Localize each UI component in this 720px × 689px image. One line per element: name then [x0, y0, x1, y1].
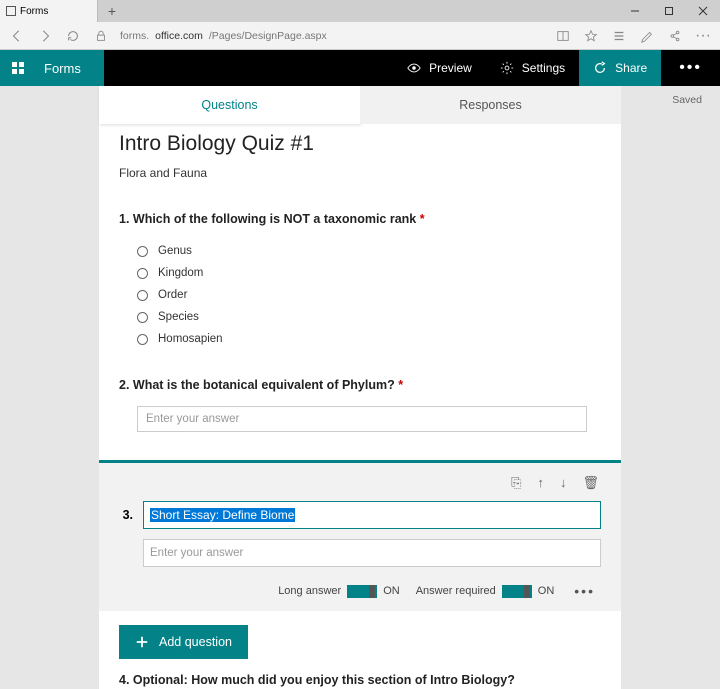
preview-button[interactable]: Preview: [393, 50, 486, 86]
hub-icon[interactable]: [606, 24, 632, 48]
question-2-text: 2. What is the botanical equivalent of P…: [119, 378, 601, 392]
share-label: Share: [615, 61, 647, 75]
forward-button[interactable]: [32, 24, 58, 48]
url-prefix: forms.: [120, 30, 149, 42]
back-button[interactable]: [4, 24, 30, 48]
question-3-number: 3.: [119, 508, 133, 522]
question-2: 2. What is the botanical equivalent of P…: [119, 378, 601, 432]
share-browser-icon[interactable]: [662, 24, 688, 48]
form-tabs: Questions Responses: [99, 86, 621, 124]
tab-responses[interactable]: Responses: [360, 86, 621, 124]
browser-tab[interactable]: Forms: [0, 0, 98, 22]
required-label: Answer required: [416, 585, 496, 597]
long-answer-toggle[interactable]: [347, 585, 377, 598]
tab-title: Forms: [20, 6, 48, 17]
share-icon: [593, 61, 607, 75]
settings-label: Settings: [522, 61, 565, 75]
tab-favicon: [6, 6, 16, 16]
question-settings-row: Long answer ON Answer required ON •••: [119, 567, 601, 599]
selected-text: Short Essay: Define Biome: [150, 508, 295, 522]
required-mark: *: [398, 378, 403, 392]
question-title-input[interactable]: Short Essay: Define Biome: [143, 501, 601, 529]
move-up-button[interactable]: ↑: [537, 475, 544, 491]
lock-icon: [88, 24, 114, 48]
url-path: /Pages/DesignPage.aspx: [209, 30, 327, 42]
header-more-button[interactable]: •••: [661, 50, 720, 86]
favorite-icon[interactable]: [578, 24, 604, 48]
question-1-text: 1. Which of the following is NOT a taxon…: [119, 212, 601, 226]
saved-indicator: Saved: [672, 94, 702, 106]
form-description[interactable]: Flora and Fauna: [119, 166, 601, 180]
question-4: 4. Optional: How much did you enjoy this…: [119, 673, 601, 689]
refresh-button[interactable]: [60, 24, 86, 48]
browser-more-icon[interactable]: ···: [690, 24, 716, 48]
move-down-button[interactable]: ↓: [560, 475, 567, 491]
form-title[interactable]: Intro Biology Quiz #1: [119, 132, 601, 156]
address-bar: forms. office.com/Pages/DesignPage.aspx ·…: [0, 22, 720, 50]
long-answer-label: Long answer: [278, 585, 341, 597]
radio-icon: [137, 246, 148, 257]
radio-icon: [137, 290, 148, 301]
long-answer-toggle-group: Long answer ON: [278, 585, 400, 598]
option[interactable]: Kingdom: [119, 262, 601, 284]
gear-icon: [500, 61, 514, 75]
form-card: Questions Responses Intro Biology Quiz #…: [99, 86, 621, 689]
app-launcher-button[interactable]: [0, 50, 36, 86]
url-field[interactable]: forms. office.com/Pages/DesignPage.aspx: [116, 30, 548, 42]
app-name[interactable]: Forms: [36, 50, 104, 86]
minimize-button[interactable]: [618, 0, 652, 22]
question-3-editing: ⎘ ↑ ↓ 🗑 3. Short Essay: Define Biome Ent…: [99, 460, 621, 611]
option[interactable]: Genus: [119, 240, 601, 262]
webnote-icon[interactable]: [634, 24, 660, 48]
add-question-button[interactable]: Add question: [119, 625, 248, 659]
required-toggle-group: Answer required ON: [416, 585, 555, 598]
reading-view-icon[interactable]: [550, 24, 576, 48]
page-body: Saved Questions Responses Intro Biology …: [0, 86, 720, 689]
share-button[interactable]: Share: [579, 50, 661, 86]
question-more-button[interactable]: •••: [570, 583, 599, 599]
plus-icon: [135, 635, 149, 649]
toggle-state: ON: [538, 585, 555, 597]
option[interactable]: Species: [119, 306, 601, 328]
required-mark: *: [420, 212, 425, 226]
required-toggle[interactable]: [502, 585, 532, 598]
eye-icon: [407, 61, 421, 75]
answer-placeholder-input[interactable]: Enter your answer: [143, 539, 601, 567]
question-4-text: 4. Optional: How much did you enjoy this…: [119, 673, 601, 687]
url-host: office.com: [155, 30, 203, 42]
question-1: 1. Which of the following is NOT a taxon…: [119, 212, 601, 350]
settings-button[interactable]: Settings: [486, 50, 579, 86]
new-tab-button[interactable]: +: [98, 0, 126, 22]
option[interactable]: Order: [119, 284, 601, 306]
option[interactable]: Homosapien: [119, 328, 601, 350]
add-question-label: Add question: [159, 635, 232, 649]
preview-label: Preview: [429, 61, 472, 75]
radio-icon: [137, 312, 148, 323]
maximize-button[interactable]: [652, 0, 686, 22]
browser-tab-strip: Forms +: [0, 0, 720, 22]
copy-question-button[interactable]: ⎘: [511, 475, 521, 491]
window-controls: [618, 0, 720, 22]
radio-icon: [137, 334, 148, 345]
delete-question-button[interactable]: 🗑: [582, 475, 599, 491]
answer-input[interactable]: Enter your answer: [137, 406, 587, 432]
close-window-button[interactable]: [686, 0, 720, 22]
tab-questions[interactable]: Questions: [99, 86, 360, 124]
toggle-state: ON: [383, 585, 400, 597]
radio-icon: [137, 268, 148, 279]
app-header: Forms Preview Settings Share •••: [0, 50, 720, 86]
question-toolbar: ⎘ ↑ ↓ 🗑: [119, 471, 601, 501]
